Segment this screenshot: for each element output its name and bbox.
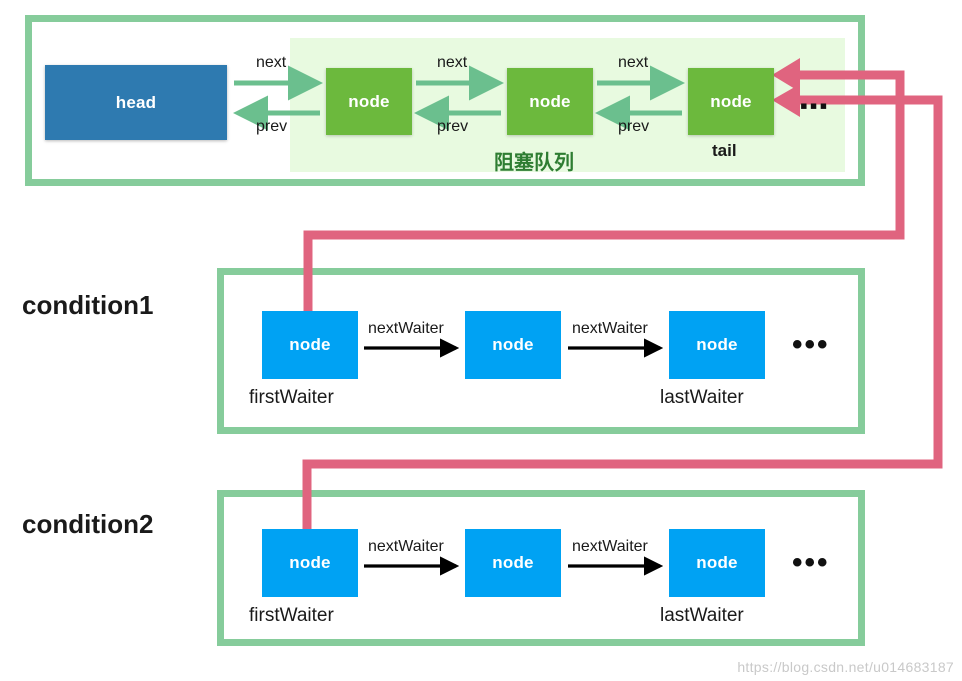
queue-ellipsis: ▪▪▪ <box>800 93 830 118</box>
condition1-node-1[interactable]: node <box>262 311 358 379</box>
condition1-link-label-1: nextWaiter <box>368 320 444 337</box>
condition1-title: condition1 <box>22 290 154 320</box>
queue-node-3-tail[interactable]: node <box>688 68 774 135</box>
link-label-next-1: next <box>256 54 287 71</box>
condition2-link-label-1: nextWaiter <box>368 538 444 555</box>
watermark: https://blog.csdn.net/u014683187 <box>737 659 954 675</box>
condition1-last-waiter-label: lastWaiter <box>660 387 744 408</box>
condition1-ellipsis: ••• <box>792 328 830 361</box>
link-label-prev-3: prev <box>618 118 650 135</box>
queue-node-2[interactable]: node <box>507 68 593 135</box>
blocking-queue-label: 阻塞队列 <box>494 150 574 174</box>
condition2-title: condition2 <box>22 509 154 539</box>
condition2-first-waiter-label: firstWaiter <box>249 605 334 626</box>
link-label-next-3: next <box>618 54 649 71</box>
diagram-canvas: head node node node node node node node … <box>0 0 962 681</box>
condition1-first-waiter-label: firstWaiter <box>249 387 334 408</box>
condition1-node-3[interactable]: node <box>669 311 765 379</box>
condition2-node-3[interactable]: node <box>669 529 765 597</box>
tail-label: tail <box>712 141 737 160</box>
link-label-next-2: next <box>437 54 468 71</box>
link-label-prev-2: prev <box>437 118 469 135</box>
condition2-node-2[interactable]: node <box>465 529 561 597</box>
condition1-link-label-2: nextWaiter <box>572 320 648 337</box>
head-box[interactable]: head <box>45 65 227 140</box>
condition2-node-1[interactable]: node <box>262 529 358 597</box>
condition2-link-label-2: nextWaiter <box>572 538 648 555</box>
condition2-ellipsis: ••• <box>792 546 830 579</box>
queue-node-1[interactable]: node <box>326 68 412 135</box>
condition1-node-2[interactable]: node <box>465 311 561 379</box>
link-label-prev-1: prev <box>256 118 288 135</box>
condition2-last-waiter-label: lastWaiter <box>660 605 744 626</box>
